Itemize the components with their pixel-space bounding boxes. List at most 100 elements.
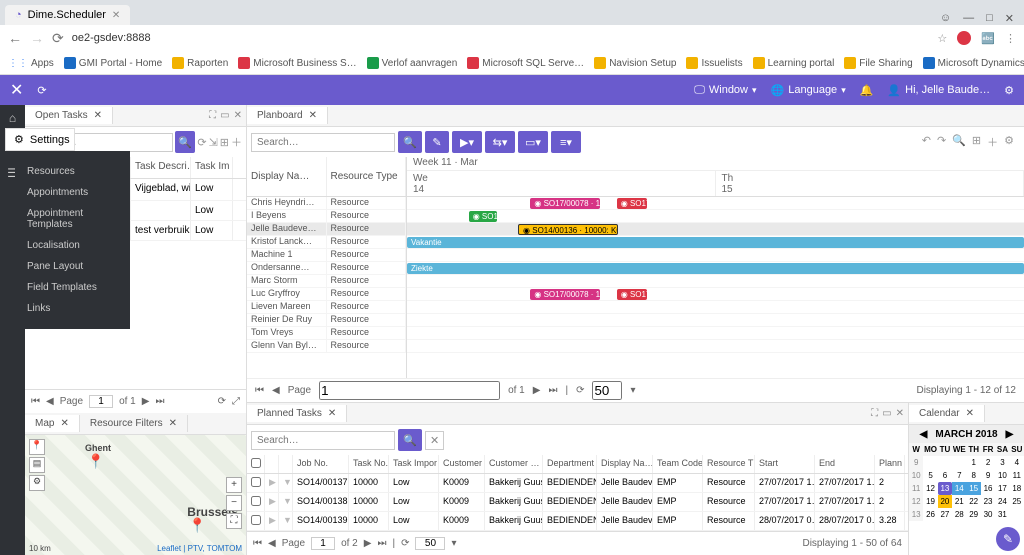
resource-row[interactable]: Reinier De RuyResource — [247, 314, 406, 327]
planned-row[interactable]: ▶▼SO14/0013710000LowK0009Bakkerij GuusBE… — [247, 474, 908, 493]
fullscreen-icon[interactable]: ⛶ — [226, 513, 242, 529]
timeline-lane[interactable]: ◉ SO17/00078 · 1000◉ SO17 — [407, 288, 1024, 301]
calendar-day[interactable]: 19 — [923, 495, 937, 508]
star-icon[interactable]: ☆ — [937, 32, 947, 45]
pt-search-button[interactable]: 🔍 — [398, 429, 422, 451]
calendar-day[interactable]: 30 — [981, 508, 995, 521]
resource-row[interactable]: Chris Heyndri…Resource — [247, 197, 406, 210]
timeline-lane[interactable] — [407, 327, 1024, 340]
calendar-day[interactable]: 12 — [923, 482, 937, 495]
maximize-icon[interactable]: □ — [986, 12, 993, 25]
gear-icon[interactable]: ⚙ — [1004, 84, 1014, 97]
minimize-icon[interactable]: ▭ — [220, 110, 229, 121]
bookmark-item[interactable]: Learning portal — [753, 57, 835, 69]
bookmark-apps[interactable]: ⋮⋮Apps — [8, 58, 54, 69]
settings-item-localisation[interactable]: Localisation — [15, 235, 130, 256]
bookmark-item[interactable]: Navision Setup — [594, 57, 676, 69]
settings-item-field-templates[interactable]: Field Templates — [15, 277, 130, 298]
layout-button[interactable]: ▭▾ — [518, 131, 548, 153]
calendar-day[interactable]: 15 — [967, 482, 981, 495]
settings-item-pane-layout[interactable]: Pane Layout — [15, 256, 130, 277]
map-marker-icon[interactable]: 📍 — [189, 517, 206, 534]
page-input[interactable] — [311, 537, 335, 550]
calendar-day[interactable]: 28 — [952, 508, 966, 521]
calendar-day[interactable]: 31 — [995, 508, 1009, 521]
col-resource-type[interactable]: Resource Type — [327, 157, 407, 196]
tab-close-icon[interactable]: ✕ — [112, 10, 120, 21]
prev-icon[interactable]: ◀ — [272, 385, 280, 396]
user-icon[interactable]: ☺ — [940, 12, 951, 25]
redo-icon[interactable]: ↷ — [937, 134, 946, 150]
last-icon[interactable]: ⏭ — [155, 396, 164, 407]
play-button[interactable]: ▶▾ — [452, 131, 482, 153]
add-icon[interactable]: ＋ — [987, 134, 998, 150]
resource-row[interactable]: Jelle Baudeve…Resource — [247, 223, 406, 236]
tab-resource-filters[interactable]: Resource Filters✕ — [80, 415, 188, 432]
calendar-day[interactable]: 5 — [923, 469, 937, 482]
tab-planboard[interactable]: Planboard✕ — [247, 107, 328, 124]
close-icon[interactable]: ✕ — [234, 110, 242, 121]
calendar-day[interactable]: 21 — [952, 495, 966, 508]
col-task-imp[interactable]: Task Im — [191, 157, 233, 178]
edit-button[interactable]: ✎ — [425, 131, 449, 153]
bookmark-item[interactable]: Issuelists — [686, 57, 742, 69]
settings-button[interactable]: ⚙ Settings — [5, 128, 75, 151]
planned-row[interactable]: ▶▼SO14/0013810000LowK0009Bakkerij GuusBE… — [247, 493, 908, 512]
first-icon[interactable]: ⏮ — [255, 385, 264, 396]
language-menu[interactable]: 🌐 Language ▾ — [771, 84, 846, 97]
next-icon[interactable]: ▶ — [142, 396, 150, 407]
calendar-day[interactable]: 18 — [1010, 482, 1024, 495]
timeline-lane[interactable]: ◉ SO17/00078 · 1000◉ SO17 — [407, 197, 1024, 210]
settings-item-appointment-templates[interactable]: Appointment Templates — [15, 203, 130, 235]
ext-icon-2[interactable]: 🔤 — [981, 32, 995, 45]
calendar-day[interactable]: 25 — [1010, 495, 1024, 508]
task-bar[interactable]: ◉ SO1 — [469, 211, 497, 222]
pb-search-button[interactable]: 🔍 — [398, 131, 422, 153]
calendar-day[interactable]: 6 — [938, 469, 952, 482]
calendar-day[interactable]: 20 — [938, 495, 952, 508]
map-canvas[interactable]: 📍 ▤ ⚙ Ghent 📍 Brussels 📍 + − ⛶ 10 km Lea… — [25, 435, 246, 555]
prev-icon[interactable]: ◀ — [268, 538, 276, 549]
tab-open-tasks[interactable]: Open Tasks✕ — [25, 107, 113, 124]
link-button[interactable]: ⇆▾ — [485, 131, 515, 153]
timeline-lane[interactable]: Ziekte — [407, 262, 1024, 275]
calendar-day[interactable] — [923, 456, 937, 469]
next-month-icon[interactable]: ▶ — [1006, 429, 1014, 440]
calendar-day[interactable]: 4 — [1010, 456, 1024, 469]
map-marker-icon[interactable]: 📍 — [87, 453, 104, 470]
calendar-day[interactable]: 27 — [938, 508, 952, 521]
calendar-day[interactable]: 29 — [967, 508, 981, 521]
calendar-day[interactable]: 24 — [995, 495, 1009, 508]
align-button[interactable]: ≡▾ — [551, 131, 581, 153]
bookmark-item[interactable]: Verlof aanvragen — [367, 57, 458, 69]
resource-row[interactable]: Lieven MareenResource — [247, 301, 406, 314]
bookmark-item[interactable]: Raporten — [172, 57, 228, 69]
calendar-day[interactable]: 17 — [995, 482, 1009, 495]
home-icon[interactable]: ⌂ — [9, 111, 16, 125]
refresh-icon[interactable]: ⟳ — [576, 385, 584, 396]
resource-row[interactable]: Tom VreysResource — [247, 327, 406, 340]
gear-icon[interactable]: ⚙ — [1004, 134, 1014, 150]
bookmark-item[interactable]: File Sharing — [844, 57, 912, 69]
calendar-day[interactable] — [1010, 508, 1024, 521]
forward-icon[interactable]: → — [30, 30, 44, 46]
bookmark-item[interactable]: GMI Portal - Home — [64, 57, 162, 69]
col-task-desc[interactable]: Task Descri… — [131, 157, 191, 178]
calendar-day[interactable]: 14 — [952, 482, 966, 495]
page-input[interactable] — [89, 395, 113, 408]
window-menu[interactable]: 🖵 Window ▾ — [694, 84, 756, 97]
refresh-icon[interactable]: ⟳ — [37, 84, 46, 97]
calendar-day[interactable] — [938, 456, 952, 469]
reload-icon[interactable]: ⟳ — [52, 30, 64, 47]
calendar-day[interactable]: 23 — [981, 495, 995, 508]
pagesize-input[interactable] — [415, 537, 445, 550]
resource-row[interactable]: Kristof Lanck…Resource — [247, 236, 406, 249]
close-icon[interactable]: ✕ — [1005, 12, 1014, 25]
zoom-in-icon[interactable]: + — [226, 477, 242, 493]
tab-close-icon[interactable]: ✕ — [94, 110, 102, 121]
task-bar[interactable]: ◉ SO17/00078 · 1000 — [530, 289, 600, 300]
quick-action-button[interactable]: ✎ — [996, 527, 1020, 551]
first-icon[interactable]: ⏮ — [31, 396, 40, 407]
next-icon[interactable]: ▶ — [533, 385, 541, 396]
user-menu[interactable]: 👤 Hi, Jelle Baude… — [887, 84, 990, 97]
